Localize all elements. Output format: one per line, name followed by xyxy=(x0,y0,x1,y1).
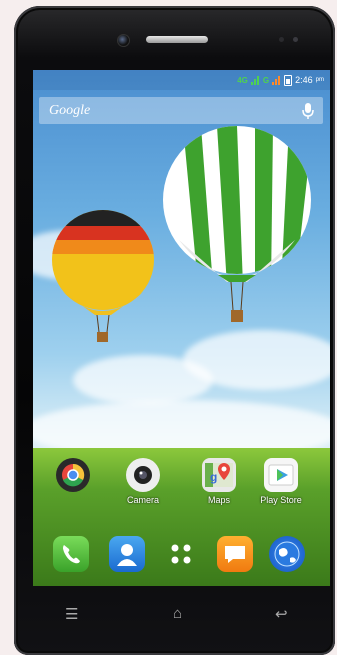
home-apps-row: Camera g Maps Play Store xyxy=(33,458,330,518)
maps-app[interactable]: g Maps xyxy=(191,458,247,505)
phone-icon[interactable] xyxy=(53,536,89,572)
menu-key-icon[interactable]: ☰ xyxy=(65,605,78,623)
camera-icon xyxy=(126,458,160,492)
browser-icon[interactable] xyxy=(269,536,305,572)
microphone-icon[interactable] xyxy=(301,102,315,120)
messaging-icon[interactable] xyxy=(217,536,253,572)
battery-icon xyxy=(284,74,293,86)
app-label: Camera xyxy=(126,495,159,505)
home-screen: 4G G 2:46 pm Google Camera g Maps Play S… xyxy=(33,70,330,586)
network-type-2: G xyxy=(262,75,270,85)
chrome-folder-icon xyxy=(56,458,90,492)
status-bar: 4G G 2:46 pm xyxy=(33,70,330,90)
app-drawer-icon[interactable] xyxy=(163,536,199,572)
home-key-icon[interactable]: ⌂ xyxy=(173,605,182,622)
navigation-bar: ☰ ⌂ ↩ xyxy=(33,595,330,639)
contacts-icon[interactable] xyxy=(109,536,145,572)
google-search-bar[interactable]: Google xyxy=(39,97,323,124)
google-logo: Google xyxy=(49,102,91,118)
app-label: Play Store xyxy=(260,495,302,505)
front-camera xyxy=(117,34,130,47)
network-type-1: 4G xyxy=(237,75,248,85)
svg-text:g: g xyxy=(210,470,217,484)
app-label: Maps xyxy=(207,495,230,505)
maps-icon: g xyxy=(202,458,236,492)
signal-icon xyxy=(272,75,281,85)
play-store-icon xyxy=(264,458,298,492)
dock xyxy=(33,536,330,582)
light-sensor xyxy=(293,37,298,42)
camera-app[interactable]: Camera xyxy=(115,458,171,505)
proximity-sensor xyxy=(279,37,284,42)
folder-app[interactable] xyxy=(45,458,101,495)
earpiece-speaker xyxy=(146,36,208,43)
signal-icon xyxy=(250,75,260,85)
play-store-app[interactable]: Play Store xyxy=(253,458,309,505)
clock-time: 2:46 xyxy=(295,75,313,85)
clock-ampm: pm xyxy=(315,77,324,83)
back-key-icon[interactable]: ↩ xyxy=(275,605,288,623)
